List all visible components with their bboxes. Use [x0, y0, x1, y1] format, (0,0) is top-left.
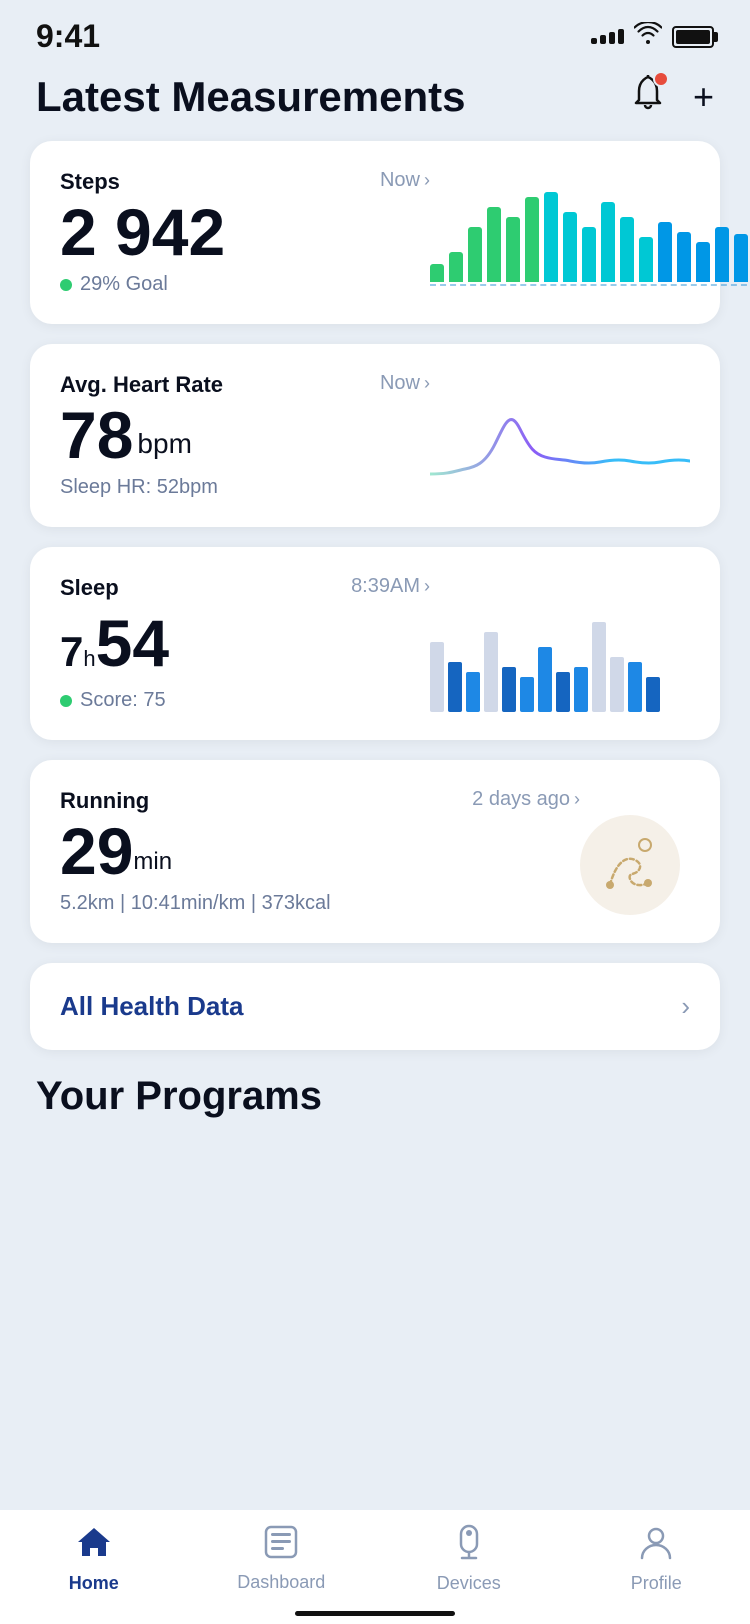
step-bar-15 [715, 227, 729, 282]
dashboard-icon [264, 1525, 298, 1566]
heart-rate-chart [430, 399, 690, 499]
heart-rate-title: Avg. Heart Rate [60, 372, 223, 398]
step-bar-5 [525, 197, 539, 282]
add-button[interactable]: + [693, 76, 714, 118]
signal-icon [591, 29, 624, 44]
devices-icon [452, 1524, 486, 1567]
steps-card-left: Steps Now › 2 942 29% Goal [60, 169, 430, 296]
status-bar: 9:41 [0, 0, 750, 65]
nav-item-profile[interactable]: Profile [563, 1524, 750, 1594]
bottom-navigation: Home Dashboard Devices [0, 1509, 750, 1624]
running-card-left: Running 2 days ago › 29 min 5.2km | 10:4… [60, 788, 580, 915]
your-programs-title: Your Programs [0, 1050, 750, 1129]
step-bar-11 [639, 237, 653, 282]
all-health-data-button[interactable]: All Health Data › [30, 963, 720, 1050]
running-time: 2 days ago › [472, 788, 580, 811]
step-bar-4 [506, 217, 520, 282]
sleep-hours: 7 [60, 628, 83, 676]
sleep-chevron: › [424, 576, 430, 597]
profile-icon [639, 1524, 673, 1567]
sleep-card[interactable]: Sleep 8:39AM › 7 h 54 Score: 75 [30, 547, 720, 740]
sleep-chart [430, 612, 690, 712]
step-bar-0 [430, 264, 444, 282]
running-route-icon [600, 835, 660, 895]
steps-card[interactable]: Steps Now › 2 942 29% Goal [30, 141, 720, 324]
score-indicator [60, 695, 72, 707]
step-bar-2 [468, 227, 482, 282]
step-bar-16 [734, 234, 748, 282]
step-bar-7 [563, 212, 577, 282]
step-bar-1 [449, 252, 463, 282]
step-bar-10 [620, 217, 634, 282]
heart-rate-meta: Sleep HR: 52bpm [60, 476, 430, 499]
step-bar-8 [582, 227, 596, 282]
header-actions: + [631, 75, 714, 120]
status-icons [591, 22, 714, 51]
heart-rate-value: 78 [60, 402, 133, 468]
step-bar-3 [487, 207, 501, 282]
running-title: Running [60, 788, 149, 814]
status-time: 9:41 [36, 18, 100, 55]
running-unit: min [133, 848, 172, 876]
heart-rate-chevron: › [424, 373, 430, 394]
steps-chevron: › [424, 170, 430, 191]
running-icon [580, 815, 680, 915]
step-bar-14 [696, 242, 710, 282]
heart-rate-svg [430, 399, 690, 499]
steps-meta: 29% Goal [60, 273, 430, 296]
sleep-minutes: 54 [96, 605, 169, 681]
heart-rate-time: Now › [380, 372, 430, 395]
all-health-chevron: › [681, 991, 690, 1022]
running-card[interactable]: Running 2 days ago › 29 min 5.2km | 10:4… [30, 760, 720, 943]
steps-title: Steps [60, 169, 120, 195]
steps-bar-chart [430, 206, 750, 296]
step-bar-6 [544, 192, 558, 282]
heart-rate-card-left: Avg. Heart Rate Now › 78 bpm Sleep HR: 5… [60, 372, 430, 499]
nav-item-home[interactable]: Home [0, 1524, 188, 1594]
steps-time: Now › [380, 169, 430, 192]
heart-rate-card[interactable]: Avg. Heart Rate Now › 78 bpm Sleep HR: 5… [30, 344, 720, 527]
devices-nav-label: Devices [437, 1573, 501, 1594]
page-header: Latest Measurements + [0, 65, 750, 141]
goal-indicator [60, 279, 72, 291]
sleep-title: Sleep [60, 575, 119, 601]
running-value: 29 [60, 818, 133, 884]
heart-rate-unit: bpm [137, 428, 191, 460]
nav-item-dashboard[interactable]: Dashboard [188, 1525, 376, 1593]
profile-nav-label: Profile [631, 1573, 682, 1594]
all-health-title: All Health Data [60, 991, 244, 1022]
wifi-icon [634, 22, 662, 51]
sleep-meta: Score: 75 [60, 689, 430, 712]
step-bar-13 [677, 232, 691, 282]
page-title: Latest Measurements [36, 73, 466, 121]
home-nav-label: Home [69, 1573, 119, 1594]
home-icon [76, 1524, 112, 1567]
notification-badge [653, 71, 669, 87]
step-bar-9 [601, 202, 615, 282]
running-meta: 5.2km | 10:41min/km | 373kcal [60, 892, 580, 915]
notifications-button[interactable] [631, 75, 665, 120]
step-bar-12 [658, 222, 672, 282]
sleep-svg [430, 612, 670, 712]
nav-item-devices[interactable]: Devices [375, 1524, 563, 1594]
battery-icon [672, 26, 714, 48]
steps-chart [430, 196, 690, 296]
sleep-time: 8:39AM › [351, 575, 430, 598]
home-indicator [295, 1611, 455, 1616]
sleep-card-left: Sleep 8:39AM › 7 h 54 Score: 75 [60, 575, 430, 712]
cards-container: Steps Now › 2 942 29% Goal [0, 141, 750, 1050]
running-chevron: › [574, 789, 580, 810]
steps-value: 2 942 [60, 199, 225, 265]
dashboard-nav-label: Dashboard [237, 1572, 325, 1593]
sleep-h-label: h [83, 646, 95, 672]
sleep-value-row: 7 h 54 [60, 605, 430, 681]
